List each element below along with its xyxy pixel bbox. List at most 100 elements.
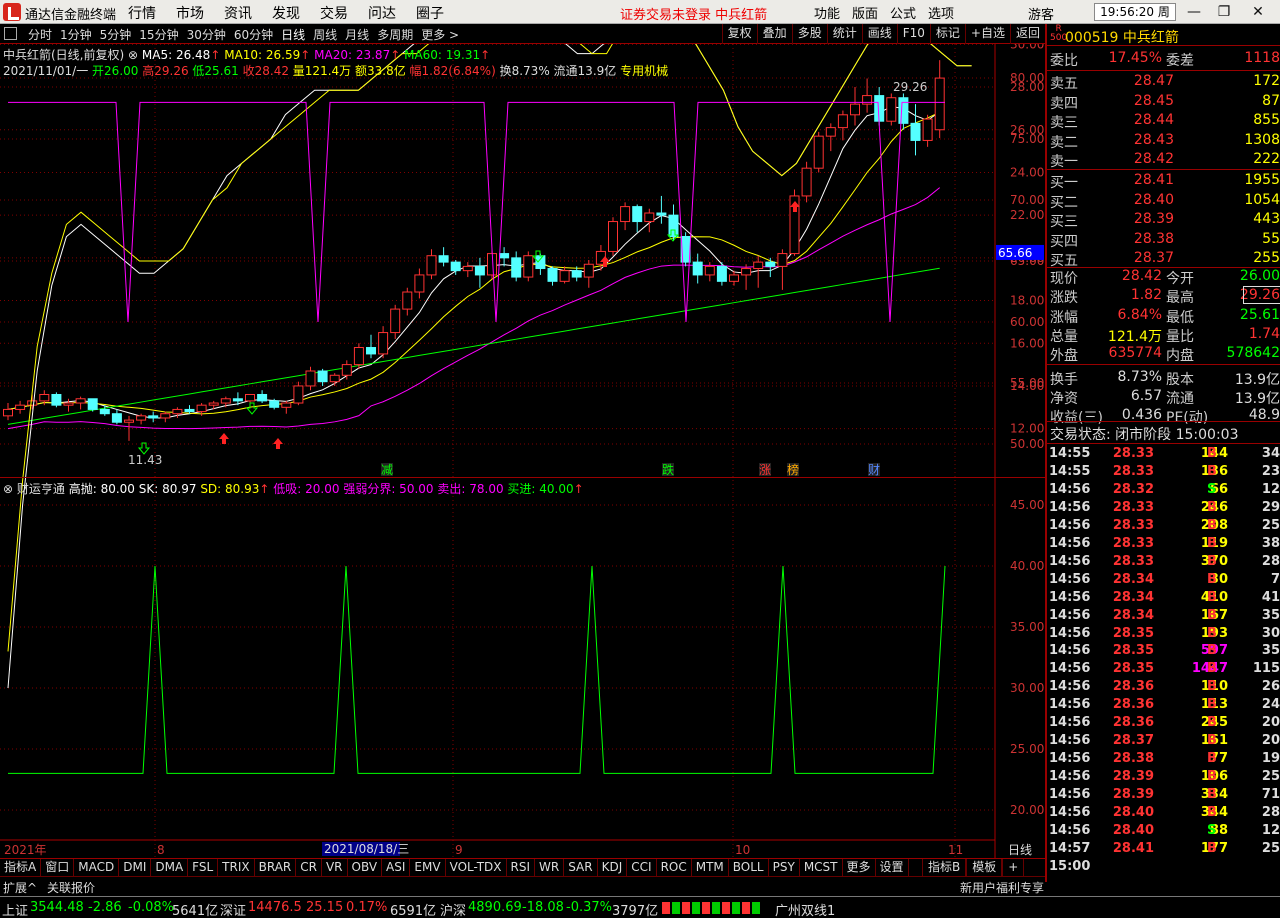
toolbar-button-0[interactable]: 复权 (721, 24, 757, 44)
period-tab-8[interactable]: 月线 (345, 28, 369, 42)
indicator-tab-24[interactable]: 更多 (843, 859, 876, 876)
event-label[interactable]: 涨 (759, 462, 771, 477)
buy-signal-line (8, 565, 946, 774)
indicator-tab-15[interactable]: WR (535, 859, 565, 876)
indicator-tab-0[interactable]: 指标A (0, 859, 42, 876)
indicator-tab-7[interactable]: BRAR (255, 859, 297, 876)
row-value: 1.82 (1130, 287, 1162, 304)
candle (378, 326, 389, 359)
indicator-tab-13[interactable]: VOL-TDX (446, 859, 507, 876)
indicator-tab-1[interactable]: 窗口 (41, 859, 75, 876)
toolbar-button-1[interactable]: 叠加 (756, 24, 792, 44)
toolbar-button-3[interactable]: 统计 (826, 24, 862, 44)
login-warning[interactable]: 证券交易未登录 中兵红箭 (620, 4, 767, 23)
indicator-tab-16[interactable]: SAR (564, 859, 598, 876)
quote-panel: R 500 000519 中兵红箭 委比 17.45% 委差 1118 卖五 28.47 17… (1045, 24, 1280, 882)
period-tab-3[interactable]: 15分钟 (139, 28, 178, 42)
indicator-tab-12[interactable]: EMV (410, 859, 446, 876)
toolbar-button-4[interactable]: 画线 (861, 24, 897, 44)
menu-4[interactable]: 交易 (320, 6, 348, 22)
ma5-line (7, 106, 940, 419)
layout-icon[interactable] (4, 27, 17, 40)
right-menu-2[interactable]: 公式 (890, 7, 916, 22)
expand-tab[interactable]: 扩展^ (3, 879, 37, 896)
menu-0[interactable]: 行情 (128, 6, 156, 22)
pane-divider[interactable] (0, 477, 1045, 478)
period-tab-2[interactable]: 5分钟 (100, 28, 132, 42)
period-tab-10[interactable]: 更多 > (421, 28, 459, 42)
close-icon[interactable]: ✕ (1248, 2, 1268, 22)
indicator-tab-5[interactable]: FSL (188, 859, 219, 876)
dropdown-icon[interactable]: ⊗ (128, 48, 138, 62)
row-value2: 13.9亿 (1234, 390, 1280, 407)
toolbar-button-2[interactable]: 多股 (791, 24, 827, 44)
indicator-tab-10[interactable]: OBV (348, 859, 383, 876)
ask-row-3: 卖三 28.44 855 (1047, 111, 1280, 131)
menu-1[interactable]: 市场 (176, 6, 204, 22)
indicator-tab-21[interactable]: BOLL (729, 859, 769, 876)
indicator-tab-18[interactable]: CCI (627, 859, 657, 876)
restore-icon[interactable]: ❐ (1214, 2, 1234, 22)
indicator-b-tab-0[interactable]: 指标B (922, 859, 967, 876)
candle (281, 400, 292, 414)
period-tab-0[interactable]: 分时 (28, 28, 52, 42)
indicator-tab-2[interactable]: MACD (74, 859, 120, 876)
indicator-tab-17[interactable]: KDJ (598, 859, 628, 876)
indicator-b-tab-2[interactable]: + (1002, 859, 1025, 876)
menu-5[interactable]: 问达 (368, 6, 396, 22)
right-menu-0[interactable]: 功能 (814, 7, 840, 22)
period-tab-1[interactable]: 1分钟 (60, 28, 92, 42)
date-cursor: 2021/08/18/三 (324, 842, 409, 856)
period-tab-7[interactable]: 周线 (313, 28, 337, 42)
indicator-tab-6[interactable]: TRIX (218, 859, 255, 876)
tick-row: 14:56 28.39 106 B 25 (1047, 768, 1280, 786)
row-volume: 87 (1262, 92, 1280, 109)
event-label[interactable]: 财 (868, 463, 880, 477)
indicator-tab-8[interactable]: CR (296, 859, 322, 876)
indicator-tab-4[interactable]: DMA (151, 859, 189, 876)
tick-time: 14:56 (1049, 697, 1091, 713)
tick-side: B (1207, 661, 1217, 677)
menu-2[interactable]: 资讯 (224, 6, 252, 22)
event-label[interactable]: 榜 (787, 462, 799, 477)
indicator-tab-23[interactable]: MCST (800, 859, 843, 876)
indicator-tab-20[interactable]: MTM (692, 859, 729, 876)
indicator-b-tab-1[interactable]: 模板 (966, 859, 1003, 876)
candle (813, 131, 824, 173)
toolbar-button-7[interactable]: +自选 (964, 24, 1010, 44)
current-value: 65.66 (998, 246, 1032, 260)
event-label[interactable]: 减 (381, 463, 393, 477)
indicator-tab-19[interactable]: ROC (657, 859, 692, 876)
menu-3[interactable]: 发现 (272, 6, 300, 22)
related-quote-tab[interactable]: 关联报价 (47, 879, 95, 896)
toolbar-button-5[interactable]: F10 (896, 24, 930, 44)
tick-row: 14:56 28.38 77 B 19 (1047, 750, 1280, 768)
period-tab-9[interactable]: 多周期 (377, 28, 413, 42)
candle (886, 93, 897, 126)
event-label[interactable]: 跌 (662, 462, 674, 477)
sell-arrow-icon (245, 402, 259, 415)
period-tab-4[interactable]: 30分钟 (187, 28, 226, 42)
right-menu-3[interactable]: 选项 (928, 7, 954, 22)
indicator-tab-25[interactable]: 设置 (876, 859, 909, 876)
period-tab-5[interactable]: 60分钟 (234, 28, 273, 42)
sk-line (7, 44, 972, 689)
toolbar-button-6[interactable]: 标记 (929, 24, 965, 44)
candle (898, 93, 909, 130)
indicator-tab-11[interactable]: ASI (382, 859, 411, 876)
minimize-icon[interactable]: — (1184, 2, 1204, 22)
indicator-tab-3[interactable]: DMI (119, 859, 152, 876)
right-menu-1[interactable]: 版面 (852, 7, 878, 22)
period-tab-6[interactable]: 日线 (281, 28, 305, 42)
dropdown-icon[interactable]: ⊗ (3, 482, 13, 496)
indicator-tab-22[interactable]: PSY (769, 859, 800, 876)
welfare-tab[interactable]: 新用户福利专享 (960, 879, 1044, 896)
indicator-tab-14[interactable]: RSI (507, 859, 536, 876)
indicator-tab-9[interactable]: VR (322, 859, 348, 876)
tick-time: 14:56 (1049, 643, 1091, 659)
menu-6[interactable]: 圈子 (416, 6, 444, 22)
kline-chart[interactable]: 29.2611.43减跌涨榜财 30.0028.0026.0024.0022.0… (0, 44, 1045, 858)
toolbar-button-8[interactable]: 返回 (1009, 24, 1045, 44)
guest-label[interactable]: 游客 (1028, 4, 1054, 23)
candle (317, 368, 328, 386)
